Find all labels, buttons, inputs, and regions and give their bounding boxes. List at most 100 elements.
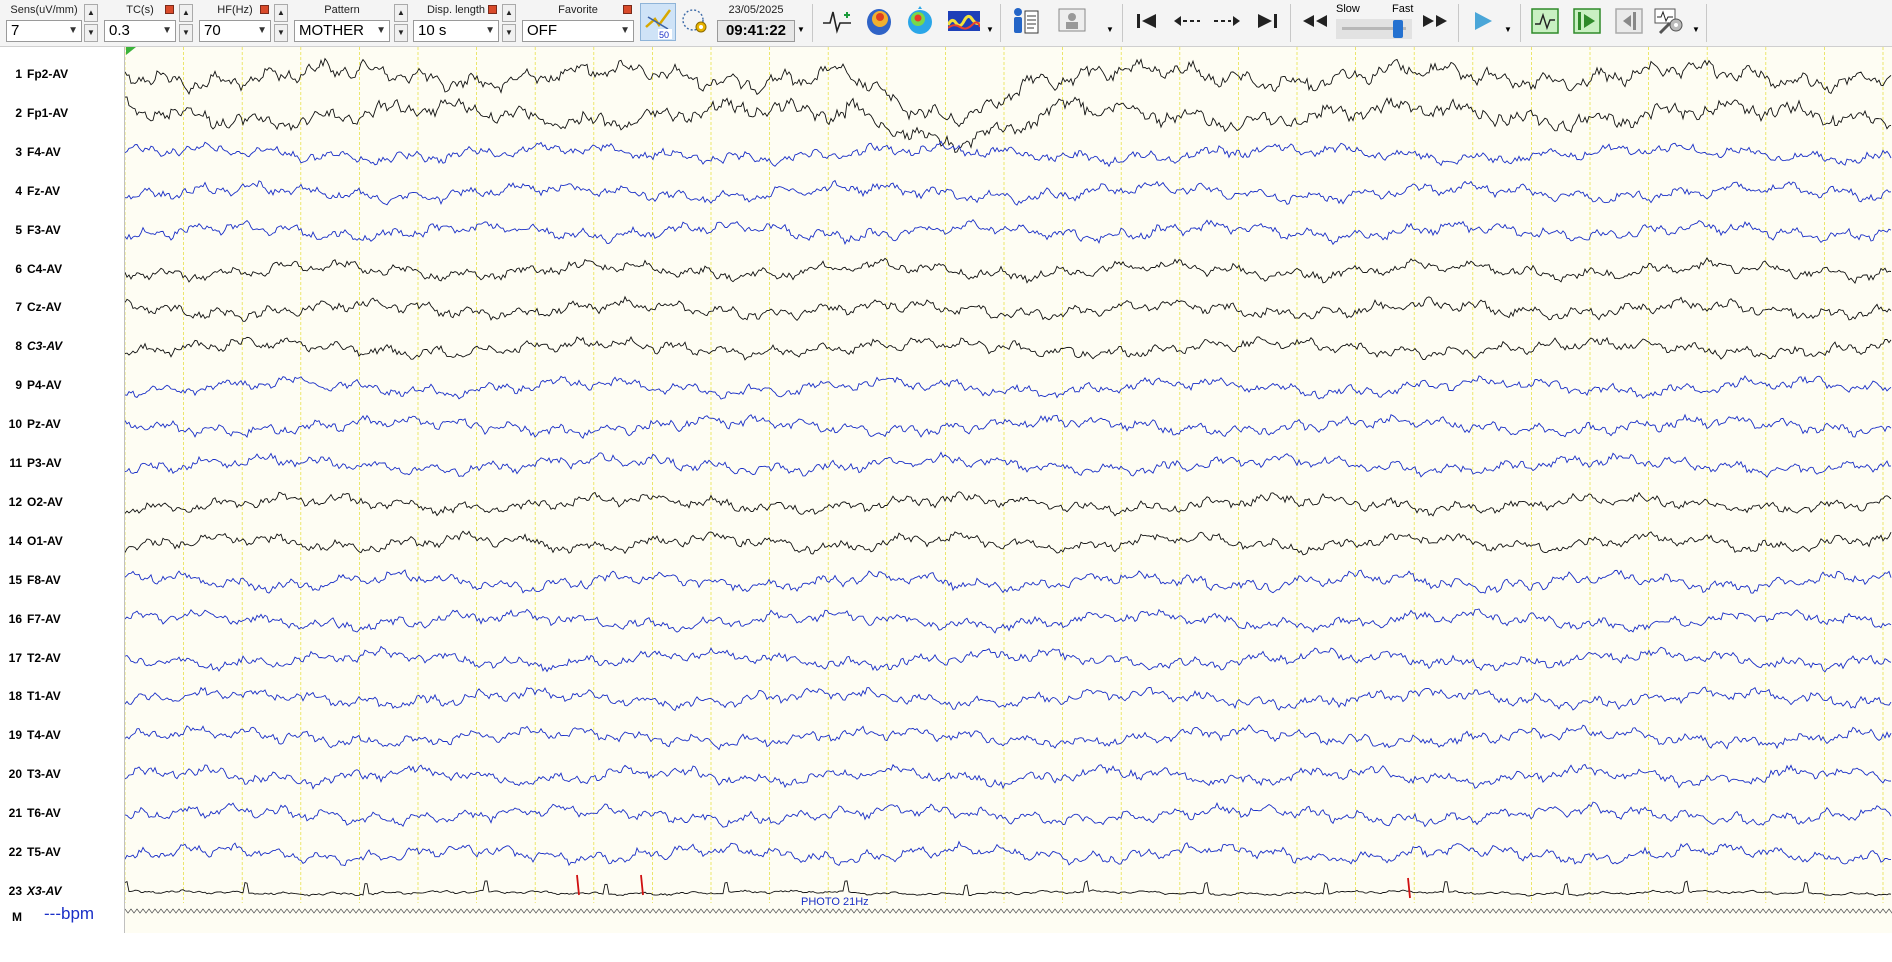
spin-down-icon[interactable]: ▼ bbox=[84, 24, 98, 42]
channel-label-row[interactable]: 18 T1-AV bbox=[0, 689, 124, 705]
eeg-trace-pz-av[interactable] bbox=[124, 413, 1892, 439]
event-marker[interactable] bbox=[640, 874, 644, 896]
eeg-trace-t2-av[interactable] bbox=[124, 645, 1892, 673]
fast-forward-button[interactable] bbox=[1420, 6, 1450, 36]
eeg-trace-p4-av[interactable] bbox=[124, 375, 1892, 400]
eeg-trace-c4-av[interactable] bbox=[124, 256, 1892, 285]
spin-down-icon[interactable]: ▼ bbox=[179, 24, 193, 42]
disp-length-select[interactable]: 10 s ▼ bbox=[413, 20, 499, 42]
time-dropdown-button[interactable]: ▼ bbox=[795, 22, 807, 36]
eeg-trace-x3-av[interactable] bbox=[124, 880, 1892, 897]
channel-label-row[interactable]: 8 C3-AV bbox=[0, 339, 124, 355]
pen-icon[interactable] bbox=[260, 5, 269, 14]
eeg-trace-cz-av[interactable] bbox=[124, 295, 1892, 322]
spin-up-icon[interactable]: ▲ bbox=[274, 4, 288, 22]
eeg-trace-c3-av[interactable] bbox=[124, 335, 1892, 361]
play-button[interactable] bbox=[1468, 6, 1498, 36]
montage-view-button[interactable] bbox=[1530, 6, 1560, 36]
channel-label-row[interactable]: 12 O2-AV bbox=[0, 495, 124, 511]
electrode-settings-button[interactable] bbox=[680, 6, 710, 36]
speed-slider[interactable]: Slow Fast bbox=[1336, 3, 1413, 43]
spin-up-icon[interactable]: ▲ bbox=[394, 4, 408, 22]
favorite-select[interactable]: OFF ▼ bbox=[522, 20, 634, 42]
time-text[interactable]: 09:41:22 bbox=[717, 20, 795, 42]
tools-dropdown[interactable]: ▼ bbox=[1690, 22, 1702, 36]
hf-select[interactable]: 70 ▼ bbox=[199, 20, 271, 42]
spin-up-icon[interactable]: ▲ bbox=[502, 4, 516, 22]
eeg-trace-t3-av[interactable] bbox=[124, 763, 1892, 790]
patient-info-button[interactable] bbox=[1010, 6, 1040, 36]
eeg-trace-t6-av[interactable] bbox=[124, 801, 1892, 828]
spin-down-icon[interactable]: ▼ bbox=[394, 24, 408, 42]
eeg-trace-fp1-av[interactable] bbox=[124, 96, 1892, 153]
channel-label-row[interactable]: 17 T2-AV bbox=[0, 651, 124, 667]
notch-filter-button[interactable]: 50 bbox=[640, 3, 676, 41]
eeg-trace-f8-av[interactable] bbox=[124, 569, 1892, 594]
pattern-spinner[interactable]: ▲ ▼ bbox=[394, 4, 408, 42]
play-dropdown[interactable]: ▼ bbox=[1502, 22, 1514, 36]
spin-up-icon[interactable]: ▲ bbox=[179, 4, 193, 22]
channel-label-row[interactable]: 7 Cz-AV bbox=[0, 300, 124, 316]
sens-spinner[interactable]: ▲ ▼ bbox=[84, 4, 98, 42]
eeg-trace-t4-av[interactable] bbox=[124, 724, 1892, 751]
step-back-button[interactable] bbox=[1172, 6, 1202, 36]
annotation-label[interactable]: PHOTO 21Hz bbox=[801, 896, 869, 908]
channel-label-row[interactable]: 23 X3-AV bbox=[0, 884, 124, 900]
disp-length-spinner[interactable]: ▲ ▼ bbox=[502, 4, 516, 42]
channel-label-row[interactable]: 19 T4-AV bbox=[0, 728, 124, 744]
eeg-trace-fp2-av[interactable] bbox=[124, 57, 1892, 128]
channel-label-row[interactable]: 4 Fz-AV bbox=[0, 184, 124, 200]
pen-icon[interactable] bbox=[488, 5, 497, 14]
channel-label-row[interactable]: 3 F4-AV bbox=[0, 145, 124, 161]
channel-label-row[interactable]: 11 P3-AV bbox=[0, 456, 124, 472]
channel-label-row[interactable]: 9 P4-AV bbox=[0, 378, 124, 394]
eeg-trace-fz-av[interactable] bbox=[124, 179, 1892, 206]
eeg-traces-svg[interactable]: PHOTO 21Hz bbox=[124, 47, 1892, 933]
eeg-trace-o1-av[interactable] bbox=[124, 530, 1892, 556]
spin-up-icon[interactable]: ▲ bbox=[84, 4, 98, 22]
go-start-button[interactable] bbox=[1132, 6, 1162, 36]
eeg-trace-f7-av[interactable] bbox=[124, 608, 1892, 634]
eeg-trace-area[interactable]: PHOTO 21Hz bbox=[124, 47, 1892, 933]
more-tools-dropdown[interactable]: ▼ bbox=[984, 22, 996, 36]
tc-spinner[interactable]: ▲ ▼ bbox=[179, 4, 193, 42]
spin-down-icon[interactable]: ▼ bbox=[502, 24, 516, 42]
eeg-trace-p3-av[interactable] bbox=[124, 451, 1892, 478]
eeg-trace-t1-av[interactable] bbox=[124, 686, 1892, 712]
report-dropdown[interactable]: ▼ bbox=[1104, 22, 1116, 36]
channel-label-row[interactable]: 14 O1-AV bbox=[0, 534, 124, 550]
pen-icon[interactable] bbox=[165, 5, 174, 14]
head-3d-button[interactable] bbox=[864, 6, 894, 36]
report-button[interactable] bbox=[1057, 6, 1087, 36]
sens-select[interactable]: 7 ▼ bbox=[6, 20, 82, 42]
channel-label-row[interactable]: 22 T5-AV bbox=[0, 845, 124, 861]
eeg-trace-t5-av[interactable] bbox=[124, 840, 1891, 867]
channel-label-row[interactable]: 15 F8-AV bbox=[0, 573, 124, 589]
rewind-button[interactable] bbox=[1300, 6, 1330, 36]
channel-label-row[interactable]: 10 Pz-AV bbox=[0, 417, 124, 433]
tools-settings-button[interactable] bbox=[1654, 6, 1684, 36]
channel-label-row[interactable]: 6 C4-AV bbox=[0, 262, 124, 278]
eeg-trace-f3-av[interactable] bbox=[124, 219, 1892, 246]
speed-slider-thumb[interactable] bbox=[1393, 20, 1403, 38]
eeg-trace-f4-av[interactable] bbox=[124, 140, 1892, 168]
event-marker[interactable] bbox=[1407, 877, 1411, 899]
eeg-trace-o2-av[interactable] bbox=[124, 491, 1892, 517]
go-end-button[interactable] bbox=[1252, 6, 1282, 36]
tc-select[interactable]: 0.3 ▼ bbox=[104, 20, 176, 42]
spectrum-button[interactable] bbox=[947, 6, 981, 36]
channel-label-row[interactable]: 20 T3-AV bbox=[0, 767, 124, 783]
channel-label-row[interactable]: 21 T6-AV bbox=[0, 806, 124, 822]
channel-label-row[interactable]: 2 Fp1-AV bbox=[0, 106, 124, 122]
step-forward-button[interactable] bbox=[1212, 6, 1242, 36]
channel-label-row[interactable]: 5 F3-AV bbox=[0, 223, 124, 239]
hf-spinner[interactable]: ▲ ▼ bbox=[274, 4, 288, 42]
event-marker[interactable] bbox=[576, 874, 580, 896]
topographic-map-button[interactable] bbox=[905, 6, 935, 36]
annotation-wave-button[interactable] bbox=[822, 6, 852, 36]
channel-label-row[interactable]: 16 F7-AV bbox=[0, 612, 124, 628]
spin-down-icon[interactable]: ▼ bbox=[274, 24, 288, 42]
collapse-button[interactable] bbox=[1614, 6, 1644, 36]
video-play-button[interactable] bbox=[1572, 6, 1602, 36]
pattern-select[interactable]: MOTHER ▼ bbox=[294, 20, 390, 42]
